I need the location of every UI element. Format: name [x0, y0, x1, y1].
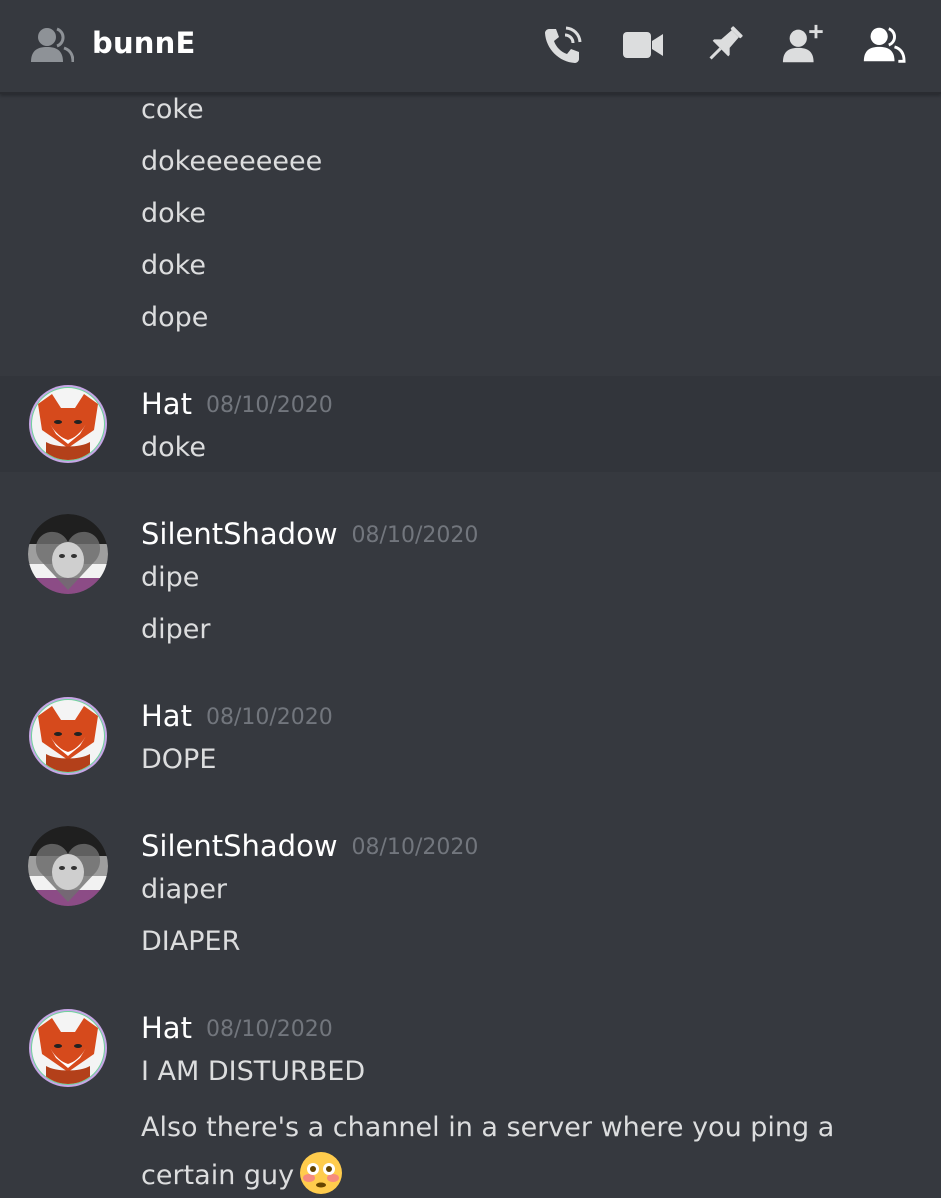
cat-heart-avatar-icon: [28, 826, 108, 906]
message-text: DOPE: [141, 744, 217, 775]
user-icon: [31, 27, 74, 63]
add-friend-button[interactable]: [781, 22, 827, 68]
flushed-face-emoji-icon: [300, 1152, 343, 1194]
author-name[interactable]: Hat: [141, 1011, 192, 1045]
add-friend-icon: [782, 24, 823, 63]
message-author[interactable]: SilentShadow 08/10/2020: [141, 828, 478, 866]
fox-avatar-icon: [29, 697, 107, 775]
channel-header: bunnE: [0, 0, 941, 94]
message-author[interactable]: Hat 08/10/2020: [141, 698, 333, 736]
message-text: DIAPER: [141, 926, 241, 957]
avatar[interactable]: [28, 826, 108, 906]
pinned-messages-button[interactable]: [701, 22, 747, 68]
author-name[interactable]: SilentShadow: [141, 829, 338, 863]
author-name[interactable]: SilentShadow: [141, 517, 338, 551]
message-text: doke: [141, 198, 206, 229]
call-button[interactable]: [540, 22, 586, 68]
message-timestamp: 08/10/2020: [351, 835, 479, 860]
message-text: doke: [141, 432, 206, 463]
video-icon: [623, 32, 663, 58]
avatar[interactable]: [28, 384, 108, 464]
message-text: dope: [141, 302, 209, 333]
member-list-button[interactable]: [860, 22, 906, 68]
dm-title[interactable]: bunnE: [92, 26, 196, 60]
message-text: diper: [141, 614, 211, 645]
message-text: dipe: [141, 562, 200, 593]
avatar[interactable]: [28, 696, 108, 776]
message-timestamp: 08/10/2020: [205, 1017, 333, 1042]
message-text: doke: [141, 250, 206, 281]
message-text: dokeeeeeeee: [141, 146, 323, 177]
message-text: coke: [141, 94, 204, 125]
message-author[interactable]: SilentShadow 08/10/2020: [141, 516, 478, 554]
message-text: diaper: [141, 874, 228, 905]
pin-icon: [709, 26, 743, 60]
message-author[interactable]: Hat 08/10/2020: [141, 1010, 333, 1048]
message-text: I AM DISTURBED: [141, 1056, 366, 1087]
author-name[interactable]: Hat: [141, 387, 192, 421]
fox-avatar-icon: [29, 1009, 107, 1087]
message-timestamp: 08/10/2020: [351, 523, 479, 548]
message-timestamp: 08/10/2020: [205, 393, 333, 418]
call-icon: [545, 26, 582, 63]
message-author[interactable]: Hat 08/10/2020: [141, 386, 333, 424]
avatar[interactable]: [28, 1008, 108, 1088]
message-text: Also there's a channel in a server where…: [141, 1106, 901, 1198]
avatar[interactable]: [28, 514, 108, 594]
fox-avatar-icon: [29, 385, 107, 463]
author-name[interactable]: Hat: [141, 699, 192, 733]
message-timestamp: 08/10/2020: [205, 705, 333, 730]
video-call-button[interactable]: [620, 22, 666, 68]
message-text-content: Also there's a channel in a server where…: [141, 1112, 835, 1191]
member-list-icon: [863, 27, 906, 63]
cat-heart-avatar-icon: [28, 514, 108, 594]
